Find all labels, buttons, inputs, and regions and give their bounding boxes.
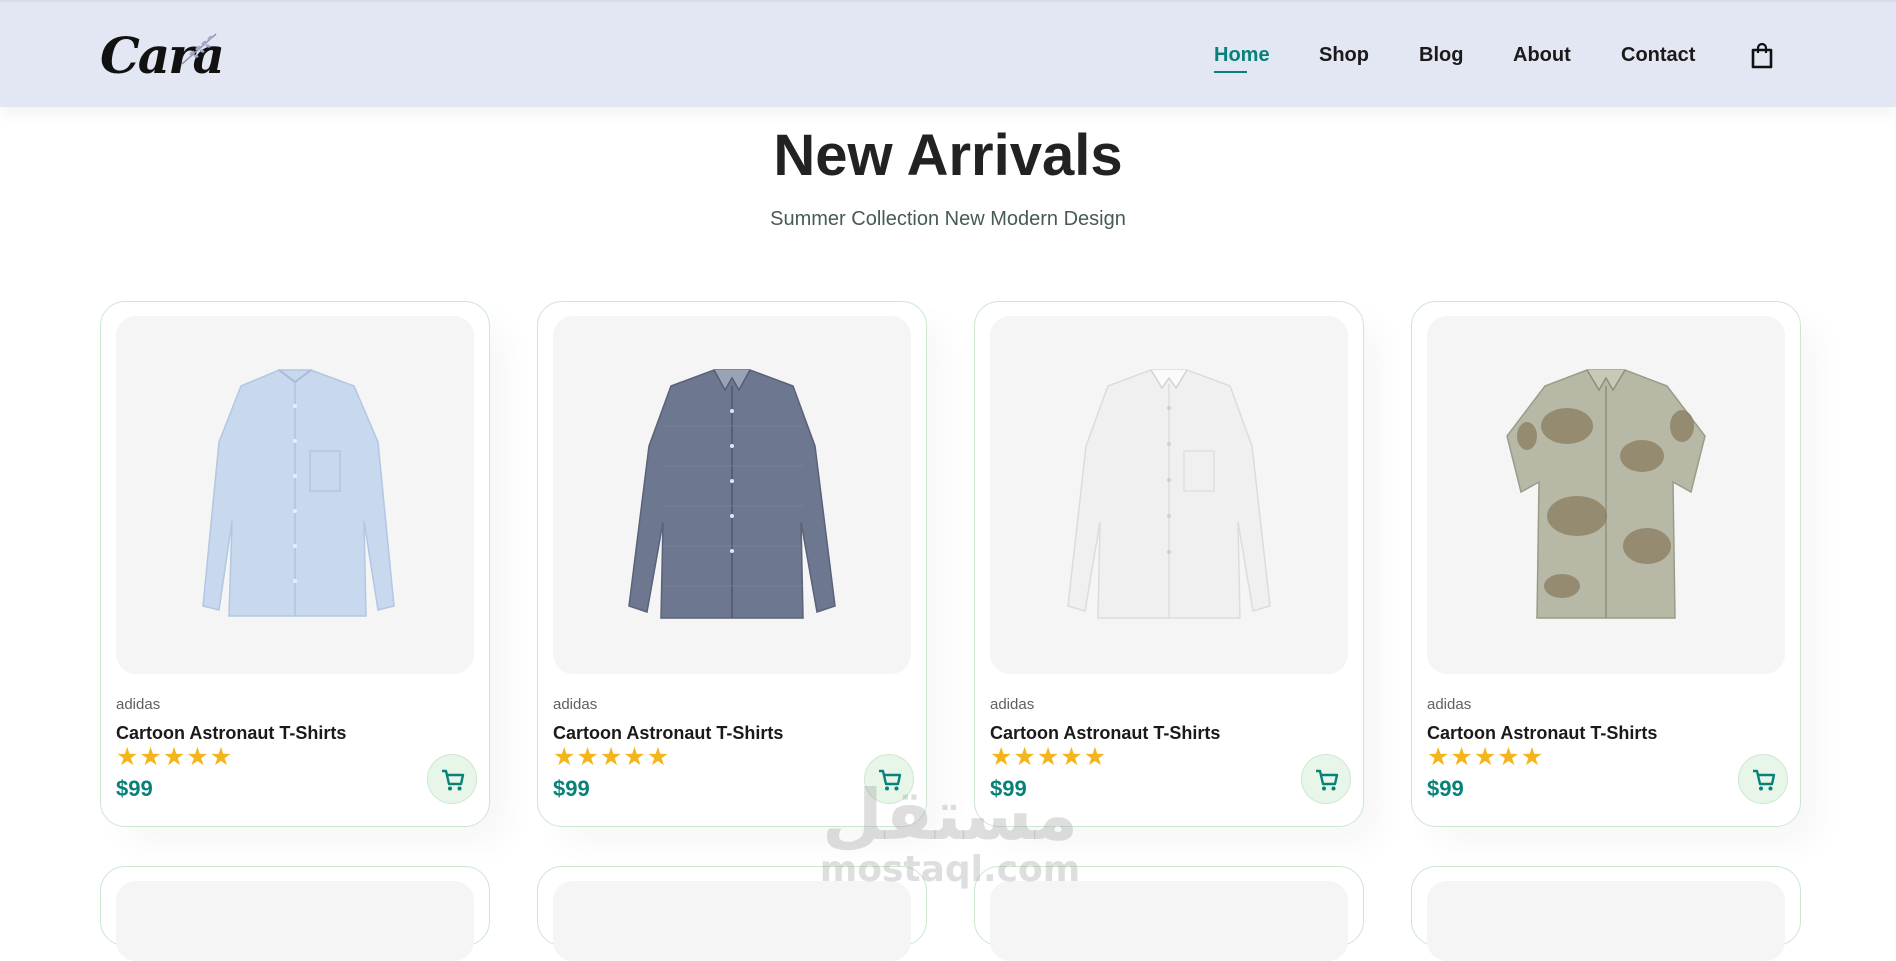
product-image[interactable]: [990, 881, 1348, 961]
star-icon: ★: [1473, 743, 1497, 771]
product-price: $99: [116, 776, 153, 801]
product-name[interactable]: Cartoon Astronaut T-Shirts: [990, 723, 1220, 744]
nav-contact-label: Contact: [1621, 44, 1696, 66]
nav-about-label: About: [1513, 44, 1571, 66]
product-image-floral-short-sleeve-shirt[interactable]: [1427, 316, 1785, 674]
star-rating: ★★★★★: [990, 743, 1107, 771]
star-icon: ★: [576, 743, 599, 771]
product-image-light-blue-shirt[interactable]: [116, 316, 474, 674]
main-nav: Home Shop Blog About Contact: [0, 44, 1896, 74]
star-icon: ★: [1450, 743, 1473, 771]
product-price: $99: [1427, 776, 1464, 801]
star-icon: ★: [1497, 743, 1520, 771]
product-price: $99: [990, 776, 1027, 801]
star-icon: ★: [1083, 743, 1107, 771]
cart-icon: [1316, 769, 1339, 791]
star-icon: ★: [162, 743, 186, 771]
add-to-cart-button[interactable]: [864, 754, 914, 804]
star-icon: ★: [553, 743, 576, 771]
nav-home[interactable]: Home: [1214, 44, 1270, 73]
product-card[interactable]: adidas Cartoon Astronaut T-Shirts ★★★★★ …: [537, 301, 927, 827]
add-to-cart-button[interactable]: [1738, 754, 1788, 804]
product-image[interactable]: [116, 881, 474, 961]
active-nav-underline: [1214, 71, 1247, 73]
product-brand: adidas: [990, 696, 1035, 713]
star-icon: ★: [599, 743, 623, 771]
star-icon: ★: [209, 743, 233, 771]
nav-blog-label: Blog: [1419, 44, 1464, 66]
star-icon: ★: [1427, 743, 1450, 771]
nav-contact[interactable]: Contact: [1621, 44, 1695, 67]
star-icon: ★: [1060, 743, 1083, 771]
star-icon: ★: [116, 743, 139, 771]
product-card[interactable]: [100, 866, 490, 961]
star-icon: ★: [990, 743, 1013, 771]
star-icon: ★: [1013, 743, 1036, 771]
nav-shop[interactable]: Shop: [1319, 44, 1369, 67]
nav-blog[interactable]: Blog: [1419, 44, 1463, 67]
cart-icon: [442, 769, 465, 791]
product-card[interactable]: [537, 866, 927, 961]
star-rating: ★★★★★: [116, 743, 233, 771]
nav-about[interactable]: About: [1513, 44, 1571, 67]
cart-icon: [1753, 769, 1776, 791]
product-card[interactable]: [974, 866, 1364, 961]
product-card[interactable]: [1411, 866, 1801, 961]
shopping-bag-icon[interactable]: [1750, 42, 1774, 70]
star-icon: ★: [139, 743, 162, 771]
product-image-navy-check-shirt[interactable]: [553, 316, 911, 674]
star-icon: ★: [1036, 743, 1060, 771]
star-icon: ★: [646, 743, 670, 771]
product-name[interactable]: Cartoon Astronaut T-Shirts: [553, 723, 783, 744]
product-brand: adidas: [1427, 696, 1472, 713]
product-brand: adidas: [553, 696, 598, 713]
site-header: Cara Home Shop Blog About Contact: [0, 0, 1896, 107]
star-rating: ★★★★★: [1427, 743, 1544, 771]
product-price: $99: [553, 776, 590, 801]
product-card[interactable]: adidas Cartoon Astronaut T-Shirts ★★★★★ …: [1411, 301, 1801, 827]
product-name[interactable]: Cartoon Astronaut T-Shirts: [116, 723, 346, 744]
product-name[interactable]: Cartoon Astronaut T-Shirts: [1427, 723, 1657, 744]
product-card[interactable]: adidas Cartoon Astronaut T-Shirts ★★★★★ …: [974, 301, 1364, 827]
product-brand: adidas: [116, 696, 161, 713]
star-icon: ★: [186, 743, 209, 771]
star-icon: ★: [623, 743, 646, 771]
product-image[interactable]: [1427, 881, 1785, 961]
star-icon: ★: [1520, 743, 1544, 771]
add-to-cart-button[interactable]: [1301, 754, 1351, 804]
product-card[interactable]: adidas Cartoon Astronaut T-Shirts ★★★★★ …: [100, 301, 490, 827]
star-rating: ★★★★★: [553, 743, 670, 771]
product-image-white-shirt[interactable]: [990, 316, 1348, 674]
nav-shop-label: Shop: [1319, 44, 1369, 66]
section-title: New Arrivals: [773, 123, 1123, 188]
section-subtitle: Summer Collection New Modern Design: [770, 208, 1126, 230]
product-image[interactable]: [553, 881, 911, 961]
nav-home-label: Home: [1214, 44, 1270, 66]
add-to-cart-button[interactable]: [427, 754, 477, 804]
cart-icon: [879, 769, 902, 791]
